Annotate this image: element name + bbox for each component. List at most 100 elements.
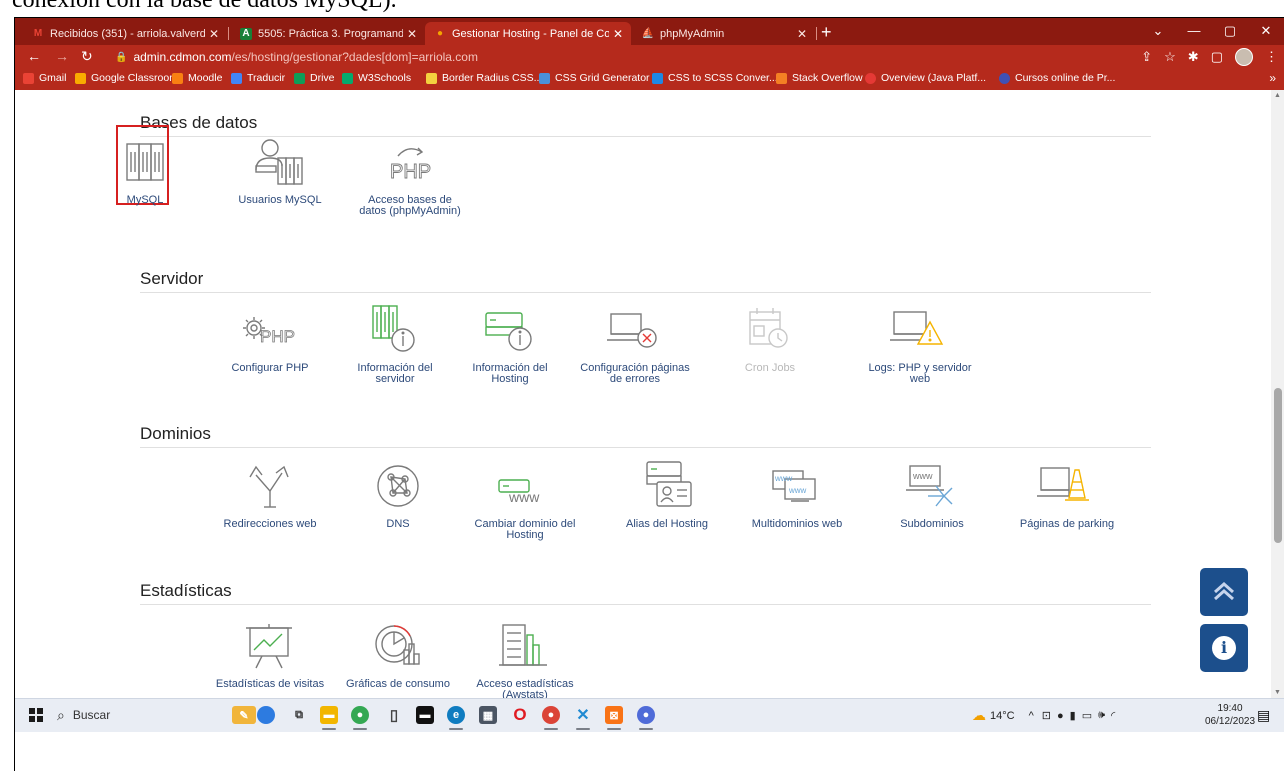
close-tab-icon[interactable]: ✕: [609, 27, 627, 41]
close-tab-icon[interactable]: ✕: [403, 27, 421, 41]
volume-icon[interactable]: 🕪: [1098, 709, 1105, 722]
tile-label: Información del servidor: [357, 362, 433, 385]
tile-alias-hosting[interactable]: Alias del Hosting: [612, 458, 722, 530]
section-title: Bases de datos: [140, 113, 258, 132]
tab-title: 5505: Práctica 3. Programando y: [258, 27, 403, 40]
forward-arrow-icon[interactable]: →: [55, 48, 69, 64]
scroll-up-arrow-icon[interactable]: ▲: [1274, 92, 1281, 99]
close-tab-icon[interactable]: ✕: [205, 27, 223, 41]
tile-logs[interactable]: Logs: PHP y servidor web: [865, 302, 975, 385]
translate-icon: [231, 72, 242, 84]
chrome-icon[interactable]: ●: [351, 706, 369, 730]
tile-usuarios-mysql[interactable]: Usuarios MySQL: [225, 134, 335, 206]
tile-phpmyadmin-access[interactable]: PHP Acceso bases de datos (phpMyAdmin): [355, 134, 465, 217]
new-tab-button[interactable]: +: [821, 22, 832, 43]
opera-icon[interactable]: O: [511, 705, 529, 724]
lock-icon: 🔒: [115, 51, 128, 63]
terminal-icon[interactable]: ▬: [416, 706, 434, 724]
section-divider: [140, 292, 1151, 293]
chrome-tray-icon[interactable]: ●: [1057, 710, 1064, 722]
tile-paginas-parking[interactable]: Páginas de parking: [1012, 458, 1122, 530]
windows-taskbar: ⌕ Buscar ✎ ⧉ ▬ ● ▯ ▬ e ▦ O ● ✕ ⊠ ● ☁ 14°…: [15, 698, 1284, 732]
close-window-button[interactable]: ✕: [1248, 18, 1284, 45]
tab-gmail[interactable]: M Recibidos (351) - arriola.valverde ✕: [23, 22, 227, 45]
tab-title: Gestionar Hosting - Panel de Co: [452, 27, 609, 40]
tile-mysql[interactable]: MySQL: [90, 134, 200, 206]
bookmark-css-to-scss[interactable]: CSS to SCSS Conver...: [652, 72, 778, 84]
profile-avatar[interactable]: [1235, 48, 1253, 66]
tab-practica[interactable]: A 5505: Práctica 3. Programando y ✕: [231, 22, 425, 45]
logs-warning-icon: [865, 302, 975, 358]
battery-icon[interactable]: ▭: [1082, 709, 1092, 722]
calculator-icon[interactable]: ▦: [479, 706, 497, 724]
bookmark-moodle[interactable]: Moodle: [172, 72, 222, 84]
network-icon[interactable]: ⊡: [1042, 709, 1051, 722]
tab-phpmyadmin[interactable]: ⛵ phpMyAdmin ✕: [633, 22, 815, 45]
notifications-icon[interactable]: ▤: [1257, 707, 1270, 724]
bookmark-java-overview[interactable]: Overview (Java Platf...: [865, 72, 986, 84]
back-arrow-icon[interactable]: ←: [27, 48, 41, 64]
bookmark-css-grid[interactable]: CSS Grid Generator: [539, 72, 650, 84]
menu-dots-icon[interactable]: ⋮: [1265, 49, 1278, 65]
url-field[interactable]: 🔒 admin.cdmon.com /es/hosting/gestionar?…: [115, 47, 1105, 67]
microphone-icon[interactable]: ▮: [1070, 709, 1076, 722]
windows-start-icon[interactable]: [29, 708, 43, 722]
wifi-icon[interactable]: ◜: [1111, 709, 1115, 722]
extensions-puzzle-icon[interactable]: ✱: [1188, 49, 1199, 65]
task-view-icon[interactable]: ⧉: [290, 706, 308, 724]
chrome-profile-icon[interactable]: ●: [637, 706, 655, 730]
reload-icon[interactable]: ↻: [81, 48, 93, 65]
bookmark-star-icon[interactable]: ☆: [1164, 49, 1176, 65]
php-config-icon: PHP: [215, 302, 325, 358]
taskbar-search[interactable]: ⌕ Buscar: [51, 702, 201, 728]
scroll-down-arrow-icon[interactable]: ▼: [1274, 689, 1281, 696]
scroll-to-top-button[interactable]: [1200, 568, 1248, 616]
page-content: Bases de datos MySQL Usuarios MySQL PHP …: [15, 90, 1271, 698]
bookmarks-overflow-icon[interactable]: »: [1269, 71, 1276, 85]
maximize-button[interactable]: ▢: [1212, 18, 1248, 45]
weather-icon[interactable]: ☁: [972, 707, 986, 724]
close-tab-icon[interactable]: ✕: [793, 27, 811, 41]
tile-dns[interactable]: DNS: [343, 458, 453, 530]
tile-info-servidor[interactable]: Información del servidor: [340, 302, 450, 385]
tile-graficas-consumo[interactable]: Gráficas de consumo: [343, 618, 453, 690]
weather-temp[interactable]: 14°C: [990, 710, 1015, 722]
tile-redirecciones-web[interactable]: Redirecciones web: [215, 458, 325, 530]
vscode-icon[interactable]: ✕: [574, 706, 592, 730]
bookmark-stackoverflow[interactable]: Stack Overflow: [776, 72, 863, 84]
bookmark-w3schools[interactable]: W3Schools: [342, 72, 411, 84]
side-panel-icon[interactable]: ▢: [1211, 49, 1223, 65]
bookmark-classroom[interactable]: Google Classroom: [75, 72, 178, 84]
copilot-icon[interactable]: [257, 706, 275, 724]
notepad-icon[interactable]: ▯: [385, 706, 403, 724]
scrollbar-thumb[interactable]: [1274, 388, 1282, 543]
bookmark-gmail[interactable]: Gmail: [23, 72, 66, 84]
tile-info-hosting[interactable]: Información del Hosting: [455, 302, 565, 385]
xampp-icon[interactable]: ⊠: [605, 706, 623, 730]
share-icon[interactable]: ⇪: [1141, 49, 1152, 65]
tab-gestionar-hosting[interactable]: ● Gestionar Hosting - Panel de Co ✕: [425, 22, 631, 45]
section-dominios: Dominios: [140, 423, 1151, 448]
page-scrollbar[interactable]: ▲ ▼: [1271, 90, 1284, 698]
tile-cambiar-dominio[interactable]: www Cambiar dominio del Hosting: [470, 458, 580, 541]
widgets-icon[interactable]: ✎: [232, 706, 256, 724]
file-explorer-icon[interactable]: ▬: [320, 706, 338, 730]
tile-subdominios[interactable]: www Subdominios: [877, 458, 987, 530]
bookmark-traducir[interactable]: Traducir: [231, 72, 285, 84]
tab-search-button[interactable]: ⌄: [1140, 18, 1176, 45]
tile-multidominios[interactable]: www www Multidominios web: [742, 458, 852, 530]
bookmark-border-radius[interactable]: Border Radius CSS...: [426, 72, 542, 84]
tile-estadisticas-visitas[interactable]: Estadísticas de visitas: [215, 618, 325, 690]
tile-label: Usuarios MySQL: [238, 194, 322, 206]
taskbar-clock[interactable]: 19:40 06/12/2023: [1205, 702, 1255, 728]
info-button[interactable]: i: [1200, 624, 1248, 672]
tray-expand-icon[interactable]: ^: [1029, 710, 1034, 722]
edge-icon[interactable]: e: [447, 706, 465, 730]
chrome-alt-icon[interactable]: ●: [542, 706, 560, 730]
minimize-button[interactable]: —: [1176, 18, 1212, 45]
bookmark-drive[interactable]: Drive: [294, 72, 335, 84]
tile-paginas-errores[interactable]: Configuración páginas de errores: [580, 302, 690, 385]
tile-acceso-awstats[interactable]: Acceso estadísticas (Awstats): [470, 618, 580, 698]
bookmark-cursos[interactable]: Cursos online de Pr...: [999, 72, 1115, 84]
tile-configurar-php[interactable]: PHP Configurar PHP: [215, 302, 325, 374]
